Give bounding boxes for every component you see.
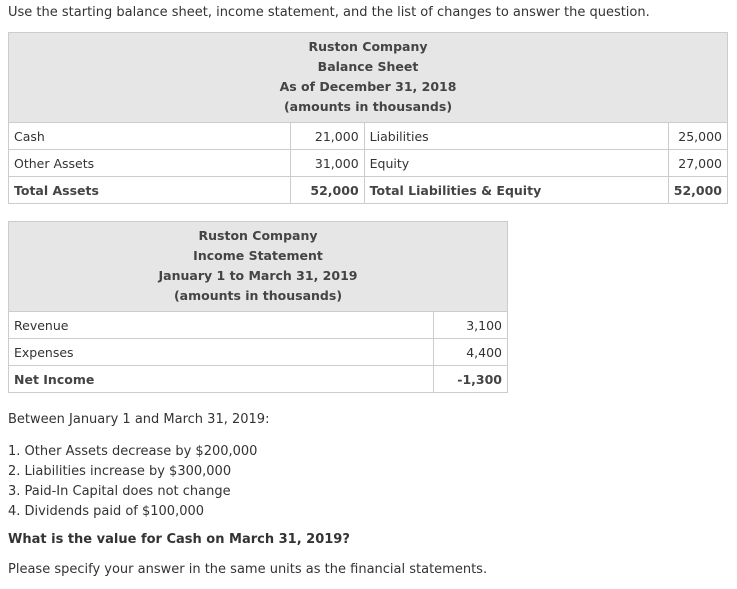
statement-date: January 1 to March 31, 2019 — [158, 268, 358, 283]
row-label: Revenue — [7, 311, 435, 339]
row-value: 31,000 — [290, 149, 365, 177]
list-item: 4. Dividends paid of $100,000 — [8, 504, 205, 519]
row-label: Liabilities — [363, 122, 669, 150]
row-label: Expenses — [7, 338, 435, 366]
instruction-text: Please specify your answer in the same u… — [8, 562, 488, 577]
row-value: 25,000 — [667, 122, 729, 150]
balance-sheet-header: Ruston Company Balance Sheet As of Decem… — [8, 32, 728, 123]
list-item: 2. Liabilities increase by $300,000 — [8, 464, 232, 479]
question-text: What is the value for Cash on March 31, … — [8, 532, 350, 547]
row-value: 3,100 — [433, 311, 508, 339]
list-item: 1. Other Assets decrease by $200,000 — [8, 444, 258, 459]
intro-text: Use the starting balance sheet, income s… — [8, 5, 650, 20]
row-value: 52,000 — [290, 176, 365, 204]
balance-sheet-table: Ruston Company Balance Sheet As of Decem… — [7, 32, 729, 204]
table-row: Cash 21,000 Liabilities 25,000 — [7, 122, 729, 150]
income-statement-header: Ruston Company Income Statement January … — [8, 221, 508, 312]
row-value: 27,000 — [667, 149, 729, 177]
changes-list: 1. Other Assets decrease by $200,000 2. … — [8, 442, 257, 522]
row-label: Cash — [7, 122, 292, 150]
row-value: 52,000 — [667, 176, 729, 204]
statement-date: As of December 31, 2018 — [279, 79, 457, 94]
row-value: 4,400 — [433, 338, 508, 366]
table-row: Expenses 4,400 — [7, 338, 508, 366]
company-name: Ruston Company — [308, 39, 428, 54]
row-value: -1,300 — [433, 365, 508, 393]
company-name: Ruston Company — [198, 228, 318, 243]
row-label: Total Liabilities & Equity — [363, 176, 669, 204]
statement-units: (amounts in thousands) — [283, 99, 453, 114]
statement-title: Income Statement — [193, 248, 323, 263]
statement-title: Balance Sheet — [317, 59, 419, 74]
income-statement-table: Ruston Company Income Statement January … — [7, 221, 508, 393]
row-label: Equity — [363, 149, 669, 177]
table-row: Other Assets 31,000 Equity 27,000 — [7, 149, 729, 177]
list-item: 3. Paid-In Capital does not change — [8, 484, 231, 499]
row-label: Other Assets — [7, 149, 292, 177]
table-row-total: Net Income -1,300 — [7, 365, 508, 393]
row-label: Net Income — [7, 365, 435, 393]
row-value: 21,000 — [290, 122, 365, 150]
table-row-total: Total Assets 52,000 Total Liabilities & … — [7, 176, 729, 204]
table-row: Revenue 3,100 — [7, 311, 508, 339]
period-text: Between January 1 and March 31, 2019: — [8, 412, 270, 427]
row-label: Total Assets — [7, 176, 292, 204]
statement-units: (amounts in thousands) — [173, 288, 343, 303]
